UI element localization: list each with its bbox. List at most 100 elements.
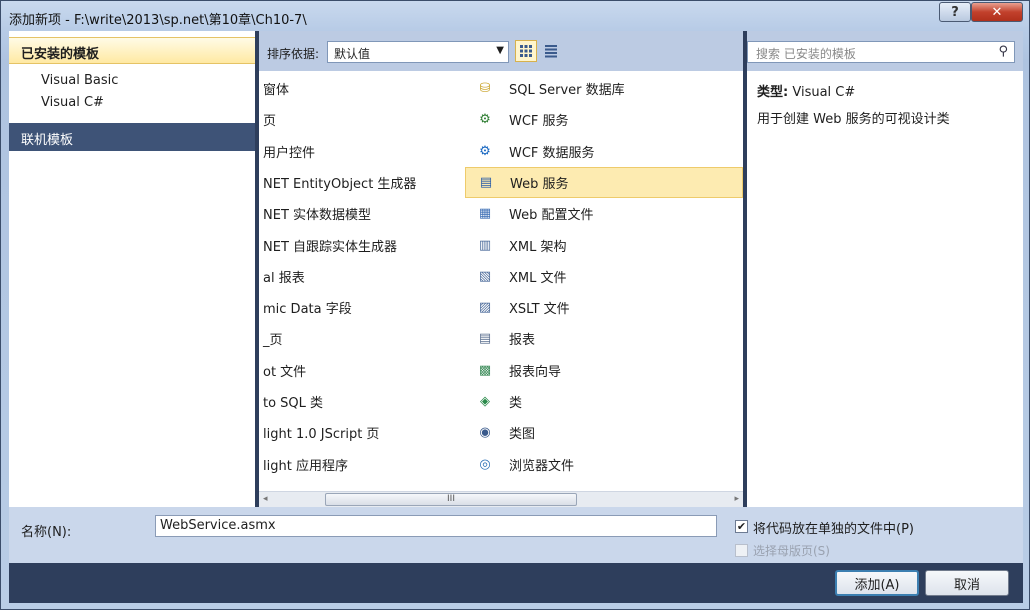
template-item[interactable]: NET 自跟踪实体生成器 [263,230,463,261]
dialog-body: 已安装的模板 Visual Basic Visual C# 联机模板 排序依据:… [9,31,1023,603]
template-item-label: NET EntityObject 生成器 [263,176,417,192]
template-item-label: _页 [263,333,283,349]
template-item[interactable]: 窗体 [263,73,463,104]
horizontal-scrollbar[interactable]: ◂ III ▸ [259,491,743,507]
search-input[interactable]: 搜索 已安装的模板 ⚲ [747,41,1015,63]
template-item[interactable]: mic Data 字段 [263,292,463,323]
template-type: 类型: Visual C# [757,81,855,100]
window-title: 添加新项 - F:\write\2013\sp.net\第10章\Ch10-7\ [9,13,307,28]
class-diagram-icon: ◉ [479,425,491,441]
tree-item-visual-csharp[interactable]: Visual C# [41,95,104,110]
report-wizard-icon: ▩ [478,362,492,378]
template-item[interactable]: ⚙ WCF 服务 [465,104,743,135]
template-item-label: WCF 数据服务 [509,145,595,161]
template-item[interactable]: al 报表 [263,261,463,292]
cancel-button[interactable]: 取消 [925,570,1009,596]
type-value: Visual C# [792,85,856,100]
template-item-label: 浏览器文件 [509,458,575,474]
bottom-area: 名称(N): WebService.asmx ✔ 将代码放在单独的文件中(P) … [9,507,1023,603]
template-item[interactable]: ⚙ WCF 数据服务 [465,136,743,167]
installed-templates-header[interactable]: 已安装的模板 [9,37,255,64]
xml-file-icon: ▧ [478,268,492,284]
title-bar[interactable]: 添加新项 - F:\write\2013\sp.net\第10章\Ch10-7\… [1,1,1029,31]
template-description: 用于创建 Web 服务的可视设计类 [757,112,950,127]
grid-view-icon [520,45,532,57]
template-item[interactable]: ▨ XSLT 文件 [465,292,743,323]
online-templates-header[interactable]: 联机模板 [9,123,255,151]
scroll-left-icon[interactable]: ◂ [263,494,268,504]
template-item[interactable]: NET 实体数据模型 [263,198,463,229]
sort-label: 排序依据: [267,47,320,61]
template-item[interactable]: ▤ 报表 [465,323,743,354]
chevron-down-icon: ▼ [496,45,504,56]
xml-schema-icon: ▥ [478,237,492,253]
templates-toolbar: 排序依据: 默认值 ▼ [259,31,743,71]
template-item-label: 报表 [509,333,536,349]
search-strip: 搜索 已安装的模板 ⚲ [747,31,1023,71]
template-item[interactable]: ◈ 类 [465,386,743,417]
template-item-label: 用户控件 [263,145,316,161]
template-item-label: light 应用程序 [263,458,348,474]
master-page-label[interactable]: 选择母版页(S) [753,542,830,559]
small-icons-view-button[interactable] [540,40,562,62]
add-button[interactable]: 添加(A) [835,570,919,596]
scroll-right-icon[interactable]: ▸ [734,494,739,504]
template-item[interactable]: ▩ 报表向导 [465,355,743,386]
close-button[interactable]: ✕ [971,2,1023,22]
template-item-label: 类图 [509,427,536,443]
template-item[interactable]: ▦ Web 配置文件 [465,198,743,229]
help-button[interactable]: ? [939,2,971,22]
browser-file-icon: ◎ [479,456,491,472]
list-view-icon [545,45,557,58]
template-item-label: mic Data 字段 [263,302,352,318]
class-icon: ◈ [480,394,490,409]
template-item[interactable]: 页 [263,104,463,135]
templates-list: 窗体页用户控件 NET EntityObject 生成器 NET 实体数据模型 NET… [259,73,743,491]
template-item-label: ot 文件 [263,364,307,380]
template-item[interactable]: ▥ XML 架构 [465,230,743,261]
template-item[interactable]: light 应用程序 [263,449,463,480]
medium-icons-view-button[interactable] [515,40,537,62]
add-new-item-dialog: 添加新项 - F:\write\2013\sp.net\第10章\Ch10-7\… [0,0,1030,610]
wcf-data-service-icon: ⚙ [479,143,491,159]
template-item-label: 窗体 [263,83,290,98]
template-item[interactable]: ◉ 类图 [465,417,743,448]
master-page-checkbox[interactable] [735,544,748,557]
database-icon: ⛁ [479,81,491,96]
wcf-service-icon: ⚙ [479,112,491,128]
template-item-label: XSLT 文件 [509,302,570,318]
templates-panel: 排序依据: 默认值 ▼ 窗体 页 用户控件 NET EntityObject 生… [259,31,743,507]
template-item[interactable]: light 1.0 JScript 页 [263,417,463,448]
template-item-label: 报表向导 [509,364,562,380]
template-item[interactable]: NET EntityObject 生成器 [263,167,463,198]
web-service-icon: ▤ [479,174,493,190]
name-input[interactable]: WebService.asmx [155,515,717,537]
template-item[interactable]: 用户控件 [263,136,463,167]
details-panel: 搜索 已安装的模板 ⚲ 类型: Visual C# 用于创建 Web 服务的可视… [747,31,1023,507]
template-item[interactable]: ◎ 浏览器文件 [465,449,743,480]
sort-dropdown[interactable]: 默认值 ▼ [327,41,509,63]
tree-item-visual-basic[interactable]: Visual Basic [41,73,118,88]
template-item-label: XML 架构 [509,239,567,255]
template-item-label: NET 实体数据模型 [263,208,372,224]
template-item[interactable]: ▧ XML 文件 [465,261,743,292]
search-icon[interactable]: ⚲ [998,44,1008,59]
template-item-label: to SQL 类 [263,396,324,411]
template-item-label: SQL Server 数据库 [509,83,625,98]
separate-file-checkbox[interactable]: ✔ [735,520,748,533]
template-item-label: XML 文件 [509,270,567,286]
template-item-selected[interactable]: ▤ Web 服务 [465,166,743,198]
template-item[interactable]: ot 文件 [263,355,463,386]
template-item-label: NET 自跟踪实体生成器 [263,239,398,255]
template-item-label: light 1.0 JScript 页 [263,427,380,443]
template-item-label: al 报表 [263,270,305,286]
template-item[interactable]: _页 [263,323,463,354]
template-item-label: 类 [509,396,523,411]
template-item-label: Web 配置文件 [509,208,594,224]
xslt-file-icon: ▨ [478,300,492,316]
scrollbar-thumb[interactable]: III [325,493,577,506]
template-item[interactable]: to SQL 类 [263,386,463,417]
separate-file-label[interactable]: 将代码放在单独的文件中(P) [753,518,914,537]
template-item[interactable]: ⛁ SQL Server 数据库 [465,73,743,104]
web-config-icon: ▦ [478,206,492,222]
